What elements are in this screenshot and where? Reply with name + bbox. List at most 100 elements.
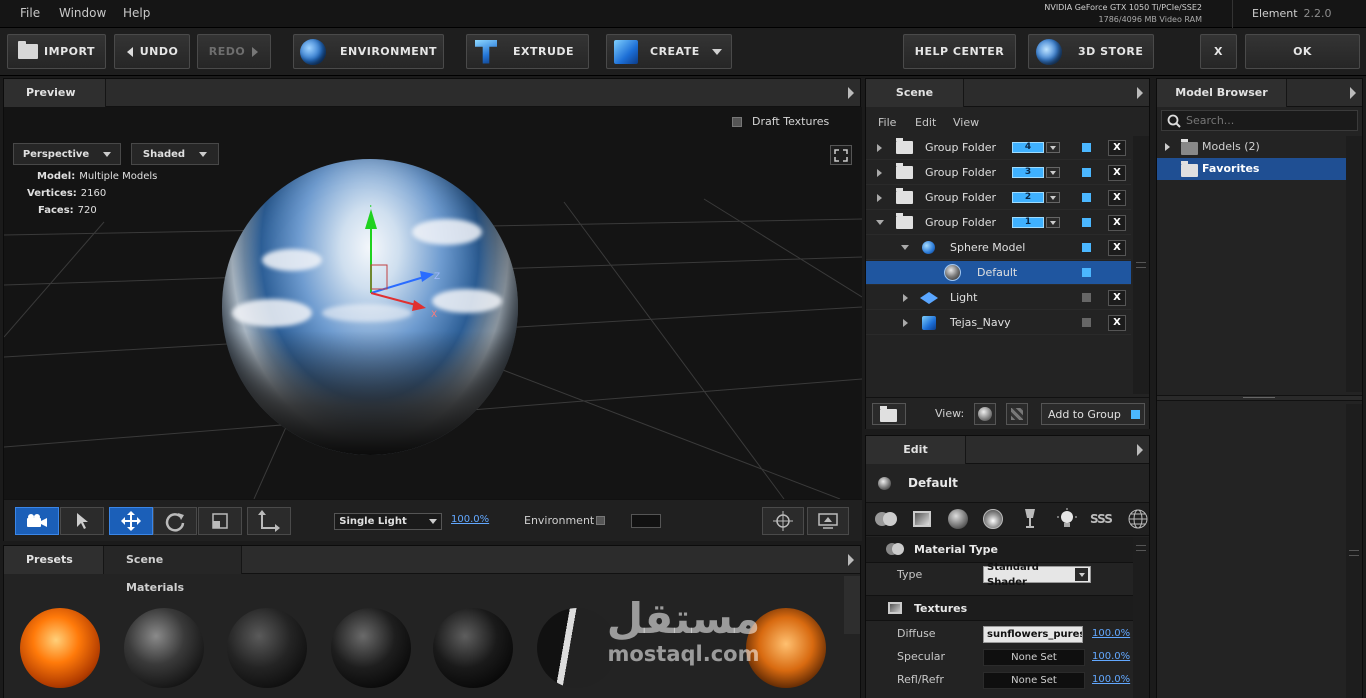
view-solid-button[interactable] — [974, 403, 996, 425]
light-intensity-link[interactable]: 100.0% — [451, 514, 489, 525]
chevron-down-icon[interactable] — [1046, 217, 1060, 228]
textures-section[interactable]: Textures — [866, 595, 1133, 621]
tab-scene-materials[interactable]: Scene Materials — [104, 546, 242, 594]
group-number[interactable]: 2 — [1012, 192, 1044, 203]
material-preset-orange[interactable] — [20, 608, 100, 688]
scroll-grip-icon[interactable] — [1349, 550, 1359, 556]
new-folder-button[interactable] — [872, 403, 906, 425]
tree-row-default-material[interactable]: Default — [866, 261, 1131, 285]
diffuse-percent-link[interactable]: 100.0% — [1092, 628, 1130, 639]
import-button[interactable]: IMPORT — [7, 34, 106, 69]
reflrefr-texture-field[interactable]: None Set — [983, 672, 1085, 689]
delete-button[interactable]: X — [1108, 289, 1126, 306]
group-number[interactable]: 1 — [1012, 217, 1044, 228]
visibility-toggle[interactable] — [1082, 318, 1091, 327]
sss-icon[interactable]: SSS — [1090, 512, 1113, 526]
tab-scene[interactable]: Scene — [866, 79, 964, 107]
panel-collapse-icon[interactable] — [1137, 444, 1143, 456]
visibility-toggle[interactable] — [1082, 268, 1091, 277]
tree-row-light[interactable]: Light X — [866, 286, 1131, 310]
tab-presets[interactable]: Presets — [4, 546, 104, 574]
tree-row-group-1[interactable]: Group Folder 1 X — [866, 211, 1131, 235]
visibility-toggle[interactable] — [1082, 218, 1091, 227]
shader-type-dropdown[interactable]: Standard Shader — [983, 562, 1091, 588]
tree-item-models[interactable]: Models (2) — [1157, 136, 1346, 158]
render-mode-dropdown[interactable]: Shaded — [131, 143, 219, 165]
screenshot-button[interactable] — [807, 507, 849, 535]
delete-button[interactable]: X — [1108, 189, 1126, 206]
scroll-grip-icon[interactable] — [1136, 262, 1146, 268]
specular-texture-field[interactable]: None Set — [983, 649, 1085, 666]
menu-file[interactable]: File — [20, 6, 40, 20]
expand-icon[interactable] — [1165, 143, 1170, 151]
environment-button[interactable]: ENVIRONMENT — [293, 34, 444, 69]
redo-button[interactable]: REDO — [197, 34, 271, 69]
scene-menu-edit[interactable]: Edit — [915, 116, 936, 129]
visibility-toggle[interactable] — [1082, 193, 1091, 202]
help-center-button[interactable]: HELP CENTER — [903, 34, 1016, 69]
delete-button[interactable]: X — [1108, 314, 1126, 331]
move-tool-button[interactable] — [109, 507, 153, 535]
maximize-viewport-button[interactable] — [830, 145, 852, 165]
menu-help[interactable]: Help — [123, 6, 150, 20]
tab-edit[interactable]: Edit — [866, 436, 966, 464]
tree-row-group-3[interactable]: Group Folder 3 X — [866, 161, 1131, 185]
model-search-input[interactable] — [1186, 113, 1351, 128]
tree-row-sphere-model[interactable]: Sphere Model X — [866, 236, 1131, 260]
view-texture-button[interactable] — [1006, 403, 1028, 425]
reflect-icon[interactable] — [948, 509, 968, 529]
panel-collapse-icon[interactable] — [848, 87, 854, 99]
extrude-button[interactable]: EXTRUDE — [466, 34, 589, 69]
tree-row-group-4[interactable]: Group Folder 4 X — [866, 136, 1131, 160]
chevron-down-icon[interactable] — [1046, 167, 1060, 178]
expand-icon[interactable] — [877, 168, 882, 177]
menu-window[interactable]: Window — [59, 6, 106, 20]
tree-item-favorites[interactable]: Favorites — [1157, 158, 1346, 180]
camera-mode-dropdown[interactable]: Perspective — [13, 143, 121, 165]
draft-textures-checkbox[interactable] — [732, 116, 742, 127]
cancel-button[interactable]: X — [1200, 34, 1237, 69]
lightbulb-icon[interactable] — [1056, 508, 1078, 530]
group-number[interactable]: 3 — [1012, 167, 1044, 178]
lighting-dropdown[interactable]: Single Light — [334, 513, 442, 530]
viewport[interactable]: Perspective Shaded Draft Textures Model:… — [4, 107, 862, 499]
model-search-box[interactable] — [1161, 110, 1358, 131]
basic-settings-icon[interactable] — [875, 510, 897, 528]
browser-scrollbar-bottom[interactable] — [1346, 404, 1362, 698]
environment-checkbox[interactable] — [596, 516, 605, 525]
tree-row-group-2[interactable]: Group Folder 2 X — [866, 186, 1131, 210]
add-to-group-button[interactable]: Add to Group — [1041, 403, 1145, 425]
chevron-down-icon[interactable] — [1046, 142, 1060, 153]
create-button[interactable]: CREATE — [606, 34, 732, 69]
scene-menu-view[interactable]: View — [953, 116, 979, 129]
texture-image-icon[interactable] — [913, 511, 931, 527]
wireframe-sphere-icon[interactable] — [1128, 509, 1148, 529]
material-preset-dark[interactable] — [227, 608, 307, 688]
glass-icon[interactable] — [1023, 508, 1037, 530]
delete-button[interactable]: X — [1108, 239, 1126, 256]
visibility-toggle[interactable] — [1082, 143, 1091, 152]
group-number[interactable]: 4 — [1012, 142, 1044, 153]
browser-split-handle[interactable] — [1157, 395, 1362, 401]
add-to-group-checkbox[interactable] — [1130, 409, 1140, 419]
delete-button[interactable]: X — [1108, 214, 1126, 231]
draft-textures-toggle[interactable]: Draft Textures — [732, 115, 829, 128]
browser-scrollbar-top[interactable] — [1346, 136, 1362, 392]
visibility-toggle[interactable] — [1082, 168, 1091, 177]
scene-scrollbar[interactable] — [1133, 136, 1149, 394]
expand-icon[interactable] — [877, 193, 882, 202]
panel-collapse-icon[interactable] — [1137, 87, 1143, 99]
rotate-tool-button[interactable] — [153, 507, 197, 535]
delete-button[interactable]: X — [1108, 139, 1126, 156]
expand-icon[interactable] — [903, 318, 908, 327]
material-preset-black[interactable] — [433, 608, 513, 688]
delete-button[interactable]: X — [1108, 164, 1126, 181]
tab-preview[interactable]: Preview — [4, 79, 106, 107]
collapse-icon[interactable] — [876, 220, 884, 225]
diffuse-texture-field[interactable]: sunflowers_puresk — [983, 626, 1083, 643]
ok-button[interactable]: OK — [1245, 34, 1360, 69]
tree-row-tejas-navy[interactable]: Tejas_Navy X — [866, 311, 1131, 335]
visibility-toggle[interactable] — [1082, 293, 1091, 302]
panel-collapse-icon[interactable] — [1350, 87, 1356, 99]
visibility-toggle[interactable] — [1082, 243, 1091, 252]
